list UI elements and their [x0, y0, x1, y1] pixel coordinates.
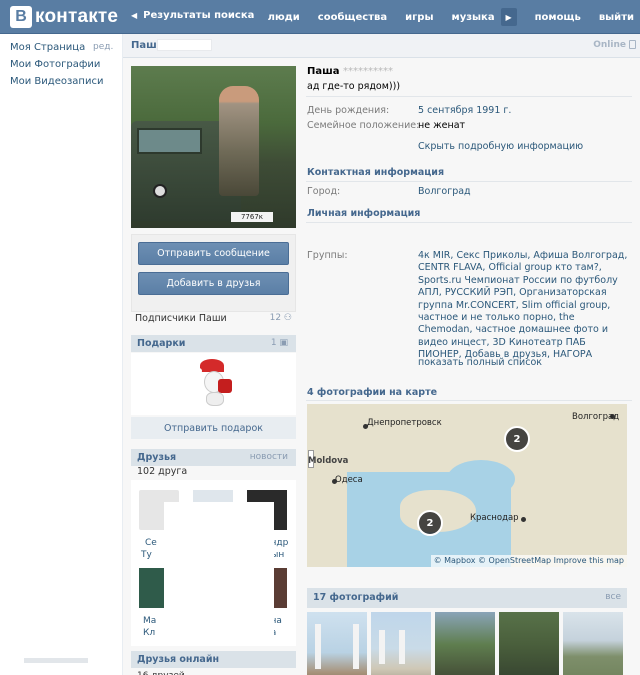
avatar-person — [219, 86, 259, 196]
friends-grid: Се Ту андр дын Ма Кл ана ла — [131, 480, 296, 646]
separator — [306, 400, 632, 401]
separator — [306, 222, 632, 223]
friend-name[interactable]: Ту — [141, 550, 152, 560]
friends-news-link[interactable]: новости — [250, 452, 288, 462]
nav-communities[interactable]: сообщества — [318, 12, 387, 23]
gifts-header[interactable]: Подарки 1 ▣ — [131, 335, 296, 352]
map-attribution[interactable]: © Mapbox © OpenStreetMap Improve this ma… — [430, 555, 627, 567]
nav-people[interactable]: люди — [268, 12, 300, 23]
nav-logout[interactable]: выйти — [599, 12, 634, 23]
left-sidebar: Моя Страница ред. Мои Фотографии Мои Вид… — [0, 34, 122, 675]
profile-actions: Отправить сообщение Добавить в друзья — [131, 234, 296, 312]
top-navigation: люди сообщества игры музыка ▶ помощь вый… — [250, 0, 634, 34]
photo-map[interactable]: Днепропетровск Волгоград Moldova Одеса К… — [307, 404, 627, 567]
mobile-icon — [629, 40, 636, 49]
photo-thumbnail[interactable] — [435, 612, 495, 675]
back-to-search-label: Результаты поиска — [143, 10, 255, 21]
personal-info-title: Личная информация — [307, 208, 421, 219]
sidebar-item-my-photos[interactable]: Мои Фотографии — [10, 59, 100, 70]
city-label: Волгоград — [572, 412, 620, 422]
family-label: Семейное положение: — [307, 120, 420, 131]
city-label: Краснодар — [470, 513, 519, 523]
avatar-plate: 7767к — [231, 212, 273, 222]
back-to-search-link[interactable]: ◀ Результаты поиска — [131, 10, 254, 21]
city-value[interactable]: Волгоград — [418, 186, 471, 197]
hide-details-link[interactable]: Скрыть подробную информацию — [418, 141, 583, 152]
gift-icon: ▣ — [279, 338, 288, 348]
photo-thumbnail[interactable] — [307, 612, 367, 675]
friend-name[interactable]: Кл — [143, 628, 155, 638]
map-photo-cluster[interactable]: 2 — [417, 510, 443, 536]
subscribers-label: Подписчики Паши — [135, 313, 227, 324]
map-photo-cluster[interactable]: 2 — [504, 426, 530, 452]
top-header: B контакте ◀ Результаты поиска люди сооб… — [0, 0, 640, 34]
nav-games[interactable]: игры — [405, 12, 433, 23]
photos-header[interactable]: 17 фотографий все — [307, 588, 627, 608]
redacted-friends — [164, 502, 274, 640]
send-gift-button[interactable]: Отправить подарок — [131, 417, 296, 439]
vk-logo[interactable]: B контакте — [10, 6, 118, 28]
photo-thumbnail[interactable] — [499, 612, 559, 675]
friend-name[interactable]: Ма — [143, 616, 156, 626]
subscribers-link[interactable]: Подписчики Паши 12 ⚇ — [135, 313, 292, 327]
subscribers-count: 12 ⚇ — [269, 313, 292, 323]
profile-name: Паша ********** — [307, 66, 393, 77]
nav-music[interactable]: музыка — [452, 12, 495, 23]
edit-link[interactable]: ред. — [93, 42, 113, 52]
photos-all-link[interactable]: все — [605, 592, 621, 602]
city-label: Одеса — [335, 475, 363, 485]
profile-status[interactable]: ад где-то рядом))) — [307, 81, 400, 92]
map-title[interactable]: 4 фотографии на карте — [307, 387, 437, 398]
family-value: не женат — [418, 120, 466, 131]
contact-info-title: Контактная информация — [307, 167, 445, 178]
gifts-title: Подарки — [137, 338, 186, 349]
send-message-button[interactable]: Отправить сообщение — [138, 242, 289, 265]
groups-label: Группы: — [307, 250, 348, 261]
sidebar-item-my-videos[interactable]: Мои Видеозаписи — [10, 76, 103, 87]
friend-name[interactable]: Се — [145, 538, 157, 548]
country-label: Moldova — [308, 456, 349, 466]
friends-header[interactable]: Друзья новости — [131, 449, 296, 466]
gift-mouse-icon[interactable] — [194, 359, 234, 407]
friends-online-header[interactable]: Друзья онлайн — [131, 651, 296, 668]
play-icon[interactable]: ▶ — [500, 8, 517, 26]
city-label: Днепропетровск — [367, 418, 442, 428]
avatar-headlight — [153, 184, 167, 198]
people-icon: ⚇ — [283, 313, 292, 323]
online-status: Online — [593, 40, 626, 50]
gifts-list — [131, 353, 296, 415]
photo-thumbnail[interactable] — [563, 612, 623, 675]
separator — [306, 181, 632, 182]
city-label: Город: — [307, 186, 341, 197]
avatar-windshield — [137, 128, 202, 154]
groups-list[interactable]: 4к MIR, Секс Приколы, Афиша Волгоград, C… — [418, 250, 630, 362]
friends-online-title: Друзья онлайн — [137, 654, 220, 665]
nav-help[interactable]: помощь — [535, 12, 581, 23]
photos-title: 17 фотографий — [313, 592, 399, 603]
map-land-east — [511, 444, 627, 567]
profile-content: Паша Online 7767к Отправить сообщение До… — [123, 34, 640, 675]
show-full-list-link[interactable]: показать полный список — [418, 357, 542, 368]
friends-online-count: 16 друзей — [137, 671, 185, 675]
photos-strip — [307, 612, 627, 675]
sidebar-footer — [24, 658, 88, 663]
birthday-label: День рождения: — [307, 105, 390, 116]
city-dot — [521, 517, 526, 522]
profile-avatar[interactable]: 7767к — [131, 66, 296, 228]
friends-title: Друзья — [137, 452, 177, 463]
add-friend-button[interactable]: Добавить в друзья — [138, 272, 289, 295]
redacted-name: ********** — [342, 66, 393, 77]
chevron-left-icon: ◀ — [131, 11, 138, 20]
photo-thumbnail[interactable] — [371, 612, 431, 675]
redacted-surname — [157, 39, 212, 51]
birthday-value[interactable]: 5 сентября 1991 г. — [418, 105, 511, 116]
profile-header-bar: Паша Online — [123, 34, 640, 58]
gifts-count: 1 ▣ — [270, 338, 288, 348]
friends-count: 102 друга — [137, 466, 188, 477]
separator — [306, 96, 632, 97]
sidebar-item-my-page[interactable]: Моя Страница — [10, 42, 85, 53]
vk-logo-text: контакте — [35, 6, 119, 27]
vk-logo-icon: B — [10, 6, 32, 28]
